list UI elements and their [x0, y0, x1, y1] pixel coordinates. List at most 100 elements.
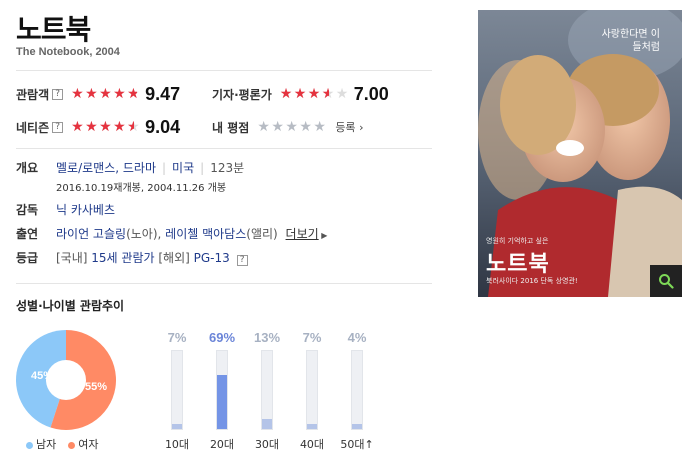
- age-bar-2: 13% 30대: [250, 330, 284, 451]
- star-icon: ★ ★: [71, 119, 84, 135]
- star-icon: ★ ★: [85, 119, 98, 135]
- divider: [16, 70, 432, 71]
- critic-rating: 기자·평론가 ★ ★ ★ ★ ★ ★ ★ ★ ★ 7.00: [212, 82, 389, 106]
- poster-small-text: 영원히 기억하고 싶은: [486, 237, 549, 245]
- age-bar-fill: [172, 423, 182, 429]
- more-cast-link[interactable]: 더보기: [286, 227, 319, 241]
- movie-poster[interactable]: 사랑한다면 이들처럼 영원히 기억하고 싶은 노트북 북러사이다 2016 단독…: [478, 10, 682, 297]
- star-icon[interactable]: ★: [271, 119, 285, 135]
- age-group-label: 20대: [209, 438, 235, 451]
- poster-tagline: 사랑한다면 이들처럼: [601, 29, 660, 53]
- chevron-right-icon: ›: [359, 121, 364, 134]
- age-group-label: 40대: [299, 438, 325, 451]
- runtime: 123분: [210, 161, 245, 175]
- star-icon: ★ ★: [127, 119, 140, 135]
- critic-rating-label: 기자·평론가: [212, 87, 272, 102]
- age-bar-4: 4% 50대↑: [340, 330, 374, 451]
- divider: [16, 283, 432, 284]
- overview-label: 개요: [16, 161, 39, 175]
- my-rating-label: 내 평점: [212, 120, 250, 135]
- gender-legend: 남자 여자: [26, 436, 99, 452]
- poster-bottom-text: 북러사이다 2016 단독 상영관!: [486, 277, 578, 285]
- help-icon[interactable]: ?: [236, 255, 248, 266]
- critic-stars: ★ ★ ★ ★ ★ ★ ★ ★ ★: [280, 86, 350, 102]
- age-pct-label: 69%: [208, 330, 236, 345]
- my-rating-stars[interactable]: ★ ★ ★ ★ ★: [257, 119, 327, 135]
- star-icon[interactable]: ★: [313, 119, 327, 135]
- poster-title: 노트북: [486, 252, 550, 277]
- age-bar-fill: [352, 423, 362, 429]
- star-icon: ★ ★: [71, 86, 84, 102]
- age-bar-fill: [307, 423, 317, 429]
- age-pct-label: 7%: [302, 330, 322, 345]
- director-row: 감독 닉 카사베츠: [16, 201, 436, 217]
- netizen-stars: ★ ★ ★ ★ ★ ★ ★ ★ ★ ★: [71, 119, 141, 135]
- audience-rating: 관람객 ? ★ ★ ★ ★ ★ ★ ★ ★ ★ ★ 9.47: [16, 82, 180, 106]
- movie-title: 노트북: [16, 13, 91, 46]
- zoom-button[interactable]: [650, 265, 682, 297]
- genre-link[interactable]: 멜로/로맨스, 드라마: [56, 161, 156, 175]
- age-bar-track: [171, 350, 183, 430]
- age-group-label: 50대↑: [340, 438, 374, 451]
- star-icon: ★ ★: [321, 86, 335, 102]
- star-icon: ★ ★: [85, 86, 98, 102]
- star-icon: ★ ★: [113, 119, 126, 135]
- star-icon: ★ ★: [279, 86, 293, 102]
- register-rating-link[interactable]: 등록 ›: [335, 119, 363, 135]
- age-bar-track: [261, 350, 273, 430]
- overview-row: 개요 멜로/로맨스, 드라마 | 미국 | 123분 2016.10.19재개봉, 20…: [16, 161, 245, 194]
- netizen-score: 9.04: [145, 116, 181, 137]
- age-bar-fill: [262, 418, 272, 429]
- gender-donut-chart: 45% 55%: [16, 330, 117, 430]
- cast-row: 출연 라이언 고슬링(노아), 레이첼 맥아담스(앨리) 더보기 ▶: [16, 227, 328, 241]
- critic-score: 7.00: [353, 83, 389, 104]
- age-bar-3: 7% 40대: [295, 330, 329, 451]
- star-icon[interactable]: ★: [257, 119, 271, 135]
- trend-title: 성별·나이별 관람추이: [16, 299, 125, 313]
- age-group-label: 10대: [164, 438, 190, 451]
- my-rating: 내 평점 ★ ★ ★ ★ ★ 등록 ›: [212, 115, 363, 139]
- actor-link[interactable]: 라이언 고슬링: [56, 227, 126, 241]
- overseas-grade: PG-13: [193, 251, 230, 265]
- star-icon: ★ ★: [293, 86, 307, 102]
- country-link[interactable]: 미국: [172, 161, 194, 175]
- director-link[interactable]: 닉 카사베츠: [56, 201, 115, 218]
- star-icon: ★ ★: [99, 86, 112, 102]
- legend-female: 여자: [68, 436, 99, 452]
- female-pct-label: 55%: [85, 381, 107, 393]
- age-pct-label: 7%: [167, 330, 187, 345]
- audience-stars: ★ ★ ★ ★ ★ ★ ★ ★ ★ ★: [71, 86, 141, 102]
- star-icon: ★ ★: [307, 86, 321, 102]
- star-icon: ★: [335, 86, 349, 102]
- age-pct-label: 13%: [253, 330, 281, 345]
- cast-label: 출연: [16, 227, 39, 241]
- legend-male: 남자: [26, 436, 56, 452]
- age-bar-1: 69% 20대: [205, 330, 239, 451]
- age-bar-fill: [217, 375, 227, 429]
- star-icon[interactable]: ★: [285, 119, 299, 135]
- age-pct-label: 4%: [347, 330, 367, 345]
- movie-subtitle: The Notebook, 2004: [16, 46, 120, 58]
- actor-link[interactable]: 레이첼 맥아담스: [165, 227, 246, 241]
- male-pct-label: 45%: [31, 370, 53, 382]
- caret-right-icon: ▶: [318, 231, 328, 240]
- age-bar-track: [216, 350, 228, 430]
- divider: [16, 148, 432, 149]
- netizen-rating: 네티즌 ? ★ ★ ★ ★ ★ ★ ★ ★ ★ ★ 9.04: [16, 115, 180, 139]
- magnifier-icon: [659, 274, 674, 289]
- male-dot-icon: [26, 441, 33, 449]
- netizen-rating-label: 네티즌: [16, 120, 50, 135]
- star-icon: ★ ★: [99, 119, 112, 135]
- domestic-grade-link[interactable]: 15세 관람가: [91, 251, 154, 265]
- grade-row: 등급 [국내] 15세 관람가 [해외] PG-13 ?: [16, 249, 436, 266]
- star-icon: ★ ★: [127, 86, 140, 102]
- audience-score: 9.47: [145, 83, 181, 104]
- age-group-label: 30대: [254, 438, 280, 451]
- audience-rating-label: 관람객: [16, 87, 50, 102]
- star-icon: ★ ★: [113, 86, 126, 102]
- release-dates: 2016.10.19재개봉, 2004.11.26 개봉: [56, 183, 227, 194]
- grade-label: 등급: [16, 251, 39, 265]
- help-icon[interactable]: ?: [52, 88, 64, 100]
- star-icon[interactable]: ★: [299, 119, 313, 135]
- help-icon[interactable]: ?: [52, 121, 64, 133]
